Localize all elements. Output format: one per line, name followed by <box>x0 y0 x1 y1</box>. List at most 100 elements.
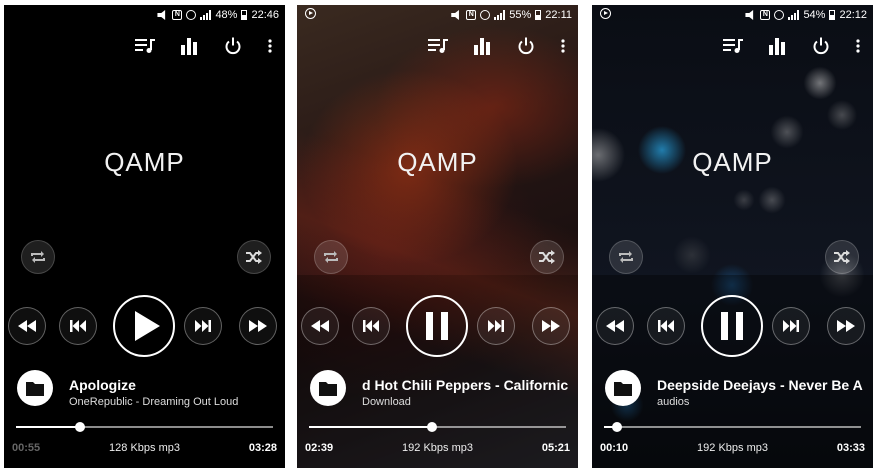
playing-indicator-icon <box>600 8 611 19</box>
skip-previous-icon <box>70 320 86 332</box>
seek-bar[interactable] <box>309 422 566 432</box>
queue-music-icon[interactable] <box>723 36 743 56</box>
shuffle-button[interactable] <box>530 240 564 274</box>
total-time: 03:33 <box>836 442 865 454</box>
bitrate-info: 192 Kbps mp3 <box>402 442 473 454</box>
repeat-button[interactable] <box>609 240 643 274</box>
shuffle-icon <box>539 250 555 264</box>
track-title: Deepside Deejays - Never Be A <box>657 377 863 393</box>
alarm-icon <box>186 10 197 20</box>
battery-percent: 54% <box>803 9 826 21</box>
shuffle-button[interactable] <box>825 240 859 274</box>
battery-percent: 48% <box>215 9 238 21</box>
fast-forward-icon <box>837 320 855 332</box>
folder-button[interactable] <box>310 370 346 406</box>
nfc-icon: N <box>466 10 477 20</box>
player-screen-3: N 54% 22:12 QAMP Deepside Deejays - Neve… <box>592 5 873 468</box>
skip-previous-button[interactable] <box>647 307 685 345</box>
skip-next-button[interactable] <box>184 307 222 345</box>
repeat-button[interactable] <box>314 240 348 274</box>
skip-next-icon <box>195 320 211 332</box>
nfc-icon: N <box>172 10 183 20</box>
alarm-icon <box>480 10 491 20</box>
status-bar: N 54% 22:12 <box>592 5 873 25</box>
fast-forward-button[interactable] <box>239 307 277 345</box>
shuffle-icon <box>834 250 850 264</box>
track-subtitle: Download <box>362 396 411 408</box>
elapsed-time: 02:39 <box>305 442 334 454</box>
playing-indicator-icon <box>305 8 316 19</box>
time-row: 02:39 192 Kbps mp3 05:21 <box>305 442 570 454</box>
skip-next-button[interactable] <box>477 307 515 345</box>
skip-next-icon <box>783 320 799 332</box>
play-pause-button[interactable] <box>406 295 468 357</box>
track-title: d Hot Chili Peppers - Californic <box>362 377 569 393</box>
folder-icon <box>614 381 632 396</box>
player-screen-2: N 55% 22:11 QAMP d Hot Chili Peppers - C… <box>297 5 578 468</box>
top-toolbar <box>428 35 566 57</box>
battery-percent: 55% <box>509 9 532 21</box>
signal-icon <box>494 10 506 20</box>
signal-icon <box>788 10 800 20</box>
fast-forward-icon <box>542 320 560 332</box>
fast-forward-button[interactable] <box>827 307 865 345</box>
skip-previous-button[interactable] <box>59 307 97 345</box>
more-vert-icon[interactable] <box>267 36 273 56</box>
seek-bar-fill <box>16 426 81 428</box>
player-screen-1: N 48% 22:46 QAMP Apologize OneRepublic -… <box>4 5 285 468</box>
folder-icon <box>26 381 44 396</box>
fast-rewind-icon <box>18 320 36 332</box>
top-toolbar <box>135 35 273 57</box>
power-icon[interactable] <box>223 36 243 56</box>
track-subtitle: audios <box>657 396 690 408</box>
shuffle-button[interactable] <box>237 240 271 274</box>
shuffle-icon <box>246 250 262 264</box>
skip-previous-icon <box>658 320 674 332</box>
total-time: 03:28 <box>248 442 277 454</box>
fast-rewind-button[interactable] <box>301 307 339 345</box>
clock: 22:11 <box>545 9 572 21</box>
alarm-icon <box>774 10 785 20</box>
repeat-icon <box>324 251 338 263</box>
fast-forward-button[interactable] <box>532 307 570 345</box>
power-icon[interactable] <box>516 36 536 56</box>
fast-forward-icon <box>249 320 267 332</box>
equalizer-icon[interactable] <box>767 36 787 56</box>
nfc-icon: N <box>760 10 771 20</box>
play-pause-button[interactable] <box>701 295 763 357</box>
skip-next-icon <box>488 320 504 332</box>
more-vert-icon[interactable] <box>855 36 861 56</box>
seek-bar-fill <box>309 426 433 428</box>
battery-icon <box>829 10 836 20</box>
more-vert-icon[interactable] <box>560 36 566 56</box>
play-pause-button[interactable] <box>113 295 175 357</box>
power-icon[interactable] <box>811 36 831 56</box>
clock: 22:12 <box>839 9 867 21</box>
skip-next-button[interactable] <box>772 307 810 345</box>
folder-button[interactable] <box>17 370 53 406</box>
folder-button[interactable] <box>605 370 641 406</box>
fast-rewind-button[interactable] <box>596 307 634 345</box>
repeat-button[interactable] <box>21 240 55 274</box>
queue-music-icon[interactable] <box>428 36 448 56</box>
elapsed-time: 00:55 <box>12 442 41 454</box>
app-logo: QAMP <box>692 147 773 177</box>
fast-rewind-icon <box>311 320 329 332</box>
time-row: 00:55 128 Kbps mp3 03:28 <box>12 442 277 454</box>
fast-rewind-button[interactable] <box>8 307 46 345</box>
equalizer-icon[interactable] <box>179 36 199 56</box>
battery-icon <box>535 10 542 20</box>
signal-icon <box>200 10 212 20</box>
seek-bar[interactable] <box>16 422 273 432</box>
pause-icon <box>721 312 743 340</box>
app-logo: QAMP <box>397 147 478 177</box>
seek-bar-knob[interactable] <box>611 422 622 432</box>
status-bar: N 48% 22:46 <box>4 5 285 25</box>
repeat-icon <box>31 251 45 263</box>
mute-icon <box>451 10 459 20</box>
elapsed-time: 00:10 <box>600 442 629 454</box>
equalizer-icon[interactable] <box>472 36 492 56</box>
seek-bar[interactable] <box>604 422 861 432</box>
queue-music-icon[interactable] <box>135 36 155 56</box>
skip-previous-button[interactable] <box>352 307 390 345</box>
